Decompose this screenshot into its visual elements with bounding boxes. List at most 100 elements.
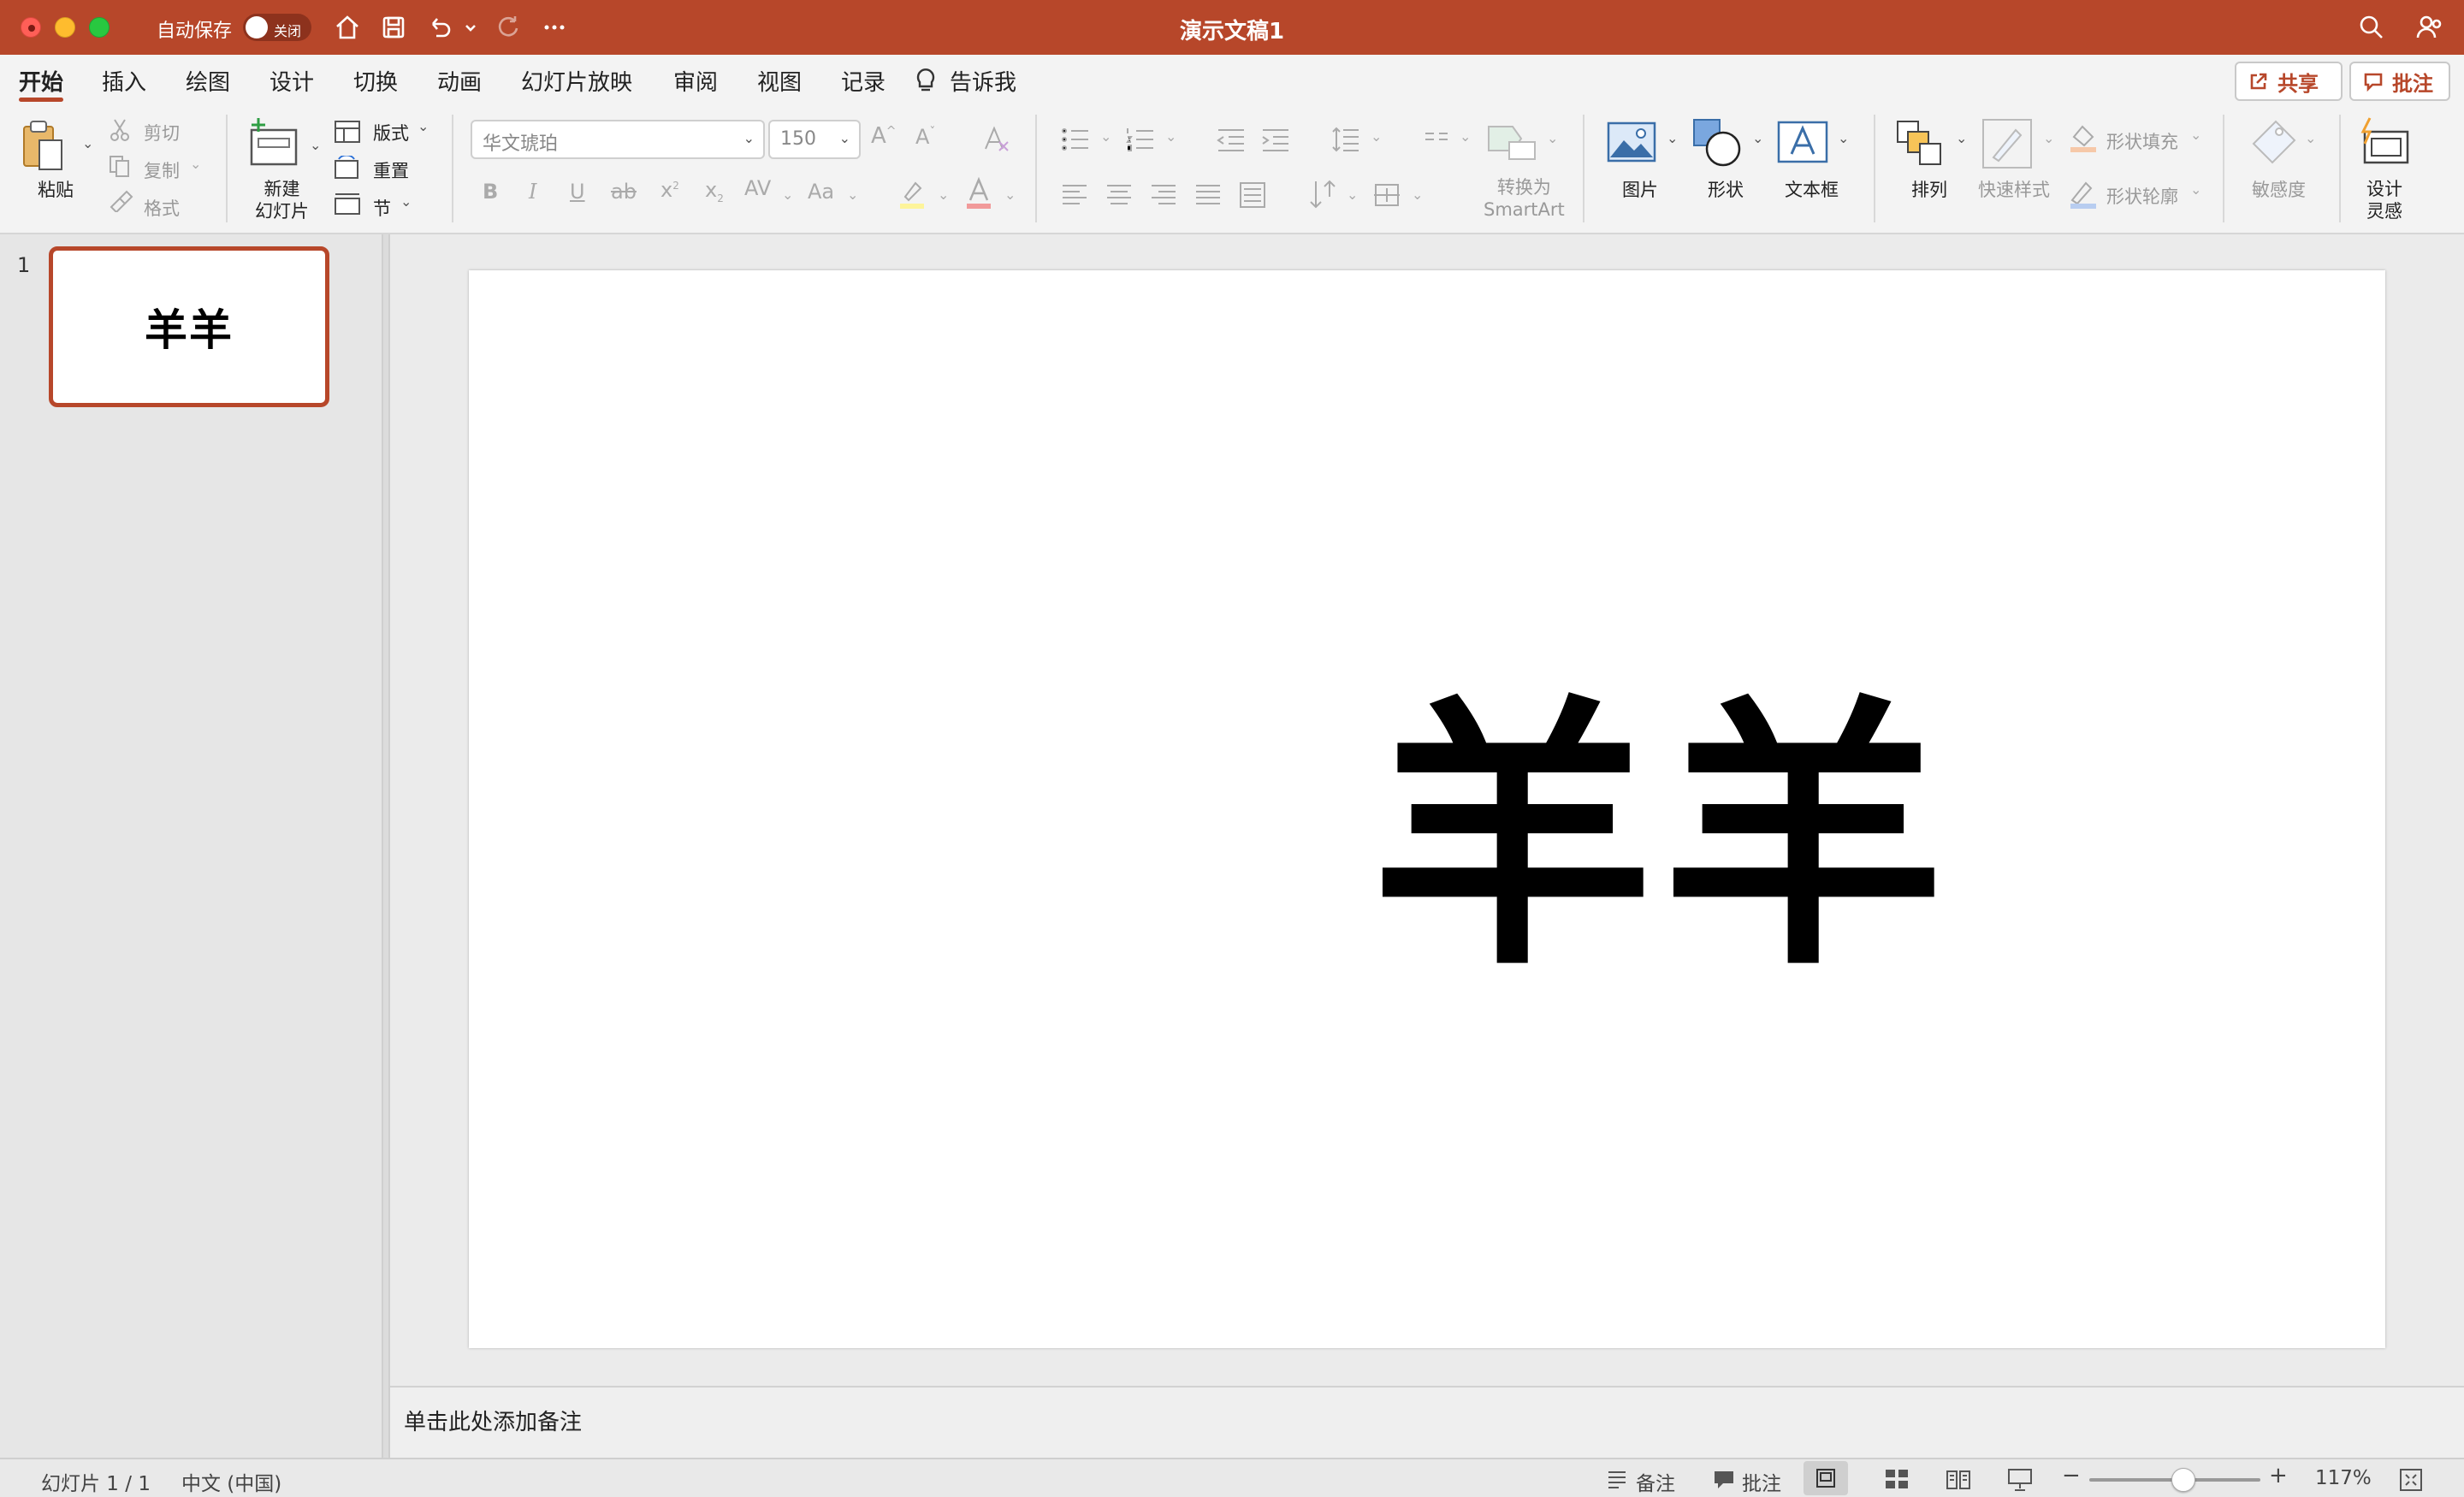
zoom-slider-knob[interactable] — [2171, 1468, 2195, 1492]
zoom-out-icon[interactable]: − — [2062, 1463, 2081, 1488]
notes-pane[interactable]: 单击此处添加备注 — [390, 1386, 2464, 1458]
more-icon[interactable] — [537, 12, 572, 43]
bullets-chevron-icon[interactable]: ⌄ — [1100, 128, 1111, 145]
italic-icon[interactable]: I — [529, 180, 536, 204]
columns-icon[interactable] — [1424, 130, 1449, 149]
numbering-icon[interactable] — [1126, 127, 1155, 152]
subscript-icon[interactable]: x2 — [705, 178, 724, 204]
search-icon[interactable] — [2354, 12, 2389, 43]
slide-title-text[interactable]: 羊羊 — [1371, 609, 1953, 1018]
underline-icon[interactable]: U — [570, 180, 585, 204]
picture-chevron-icon[interactable]: ⌄ — [1667, 130, 1678, 146]
character-spacing-icon[interactable]: AV — [744, 176, 771, 200]
quick-styles-chevron-icon[interactable]: ⌄ — [2043, 130, 2054, 146]
tab-draw[interactable]: 绘图 — [186, 65, 230, 97]
shape-icon[interactable] — [1692, 118, 1744, 168]
numbering-chevron-icon[interactable]: ⌄ — [1165, 128, 1176, 145]
font-name-combobox[interactable]: 华文琥珀 ⌄ — [471, 120, 765, 159]
columns-chevron-icon[interactable]: ⌄ — [1460, 128, 1471, 145]
increase-font-size-icon[interactable]: A^ — [871, 123, 897, 149]
undo-icon[interactable] — [423, 12, 457, 43]
comments-toggle-label[interactable]: 批注 — [1742, 1467, 1781, 1496]
layout-label[interactable]: 版式 — [373, 120, 409, 145]
tab-design[interactable]: 设计 — [270, 65, 314, 97]
shape-outline-icon[interactable] — [2069, 180, 2098, 209]
picture-icon[interactable] — [1607, 120, 1656, 164]
save-icon[interactable] — [376, 12, 411, 43]
section-dropdown-chevron-icon[interactable]: ⌄ — [400, 193, 412, 210]
format-painter-label[interactable]: 格式 — [144, 195, 180, 221]
redo-icon[interactable] — [491, 12, 525, 43]
slide-sorter-view-icon[interactable] — [1884, 1468, 1910, 1490]
tab-transitions[interactable]: 切换 — [353, 65, 398, 97]
fit-to-window-icon[interactable] — [2399, 1468, 2423, 1492]
line-spacing-chevron-icon[interactable]: ⌄ — [1371, 128, 1382, 145]
tab-record[interactable]: 记录 — [841, 65, 886, 97]
account-icon[interactable] — [2413, 12, 2447, 43]
share-button[interactable]: 共享 — [2235, 62, 2343, 101]
undo-dropdown-chevron-icon[interactable] — [462, 12, 479, 43]
normal-view-button[interactable] — [1804, 1461, 1848, 1495]
paste-dropdown-chevron-icon[interactable]: ⌄ — [82, 135, 93, 151]
font-color-icon[interactable] — [965, 176, 992, 210]
copy-label[interactable]: 复制 — [144, 157, 180, 183]
shape-fill-icon[interactable] — [2069, 123, 2098, 152]
justify-icon[interactable] — [1194, 183, 1222, 207]
slide-canvas[interactable]: 羊羊 — [469, 270, 2385, 1348]
distributed-icon[interactable] — [1239, 181, 1266, 209]
decrease-font-size-icon[interactable]: Aˇ — [915, 125, 935, 149]
tab-slideshow[interactable]: 幻灯片放映 — [521, 65, 632, 97]
shape-fill-chevron-icon[interactable]: ⌄ — [2190, 127, 2201, 143]
slide-thumbnail[interactable]: 羊羊 — [49, 246, 329, 407]
align-right-icon[interactable] — [1150, 183, 1177, 207]
close-window-button[interactable] — [21, 17, 41, 38]
language-indicator[interactable]: 中文 (中国) — [181, 1467, 281, 1496]
layout-icon[interactable] — [334, 120, 361, 144]
decrease-indent-icon[interactable] — [1217, 128, 1246, 152]
comments-button[interactable]: 批注 — [2349, 62, 2450, 101]
shape-chevron-icon[interactable]: ⌄ — [1752, 130, 1763, 146]
change-case-icon[interactable]: Aa — [808, 180, 834, 204]
textbox-icon[interactable] — [1776, 120, 1829, 164]
tab-review[interactable]: 审阅 — [673, 65, 718, 97]
zoom-window-button[interactable] — [89, 17, 110, 38]
change-case-chevron-icon[interactable]: ⌄ — [847, 186, 858, 203]
smartart-chevron-icon[interactable]: ⌄ — [1547, 130, 1558, 146]
tab-animations[interactable]: 动画 — [437, 65, 482, 97]
designer-icon[interactable] — [2358, 116, 2411, 169]
text-direction-icon[interactable] — [1309, 180, 1336, 210]
section-label[interactable]: 节 — [373, 195, 391, 221]
quick-styles-icon[interactable] — [1981, 118, 2033, 169]
sensitivity-chevron-icon[interactable]: ⌄ — [2305, 130, 2316, 146]
highlight-icon[interactable] — [898, 178, 926, 210]
minimize-window-button[interactable] — [55, 17, 75, 38]
new-slide-dropdown-chevron-icon[interactable]: ⌄ — [310, 137, 321, 153]
tab-view[interactable]: 视图 — [757, 65, 802, 97]
tab-insert[interactable]: 插入 — [102, 65, 146, 97]
autosave-toggle[interactable]: 关闭 — [243, 14, 311, 41]
reset-icon[interactable] — [334, 156, 361, 180]
align-text-icon[interactable] — [1372, 181, 1401, 209]
shape-fill-label[interactable]: 形状填充 — [2106, 128, 2178, 154]
textbox-chevron-icon[interactable]: ⌄ — [1838, 130, 1849, 146]
align-text-chevron-icon[interactable]: ⌄ — [1412, 186, 1423, 203]
home-icon[interactable] — [330, 12, 364, 43]
zoom-slider[interactable] — [2089, 1468, 2260, 1492]
smartart-icon[interactable] — [1487, 121, 1538, 163]
highlight-chevron-icon[interactable]: ⌄ — [938, 186, 949, 203]
arrange-icon[interactable] — [1896, 120, 1946, 168]
clear-formatting-icon[interactable] — [982, 125, 1011, 154]
bold-icon[interactable]: B — [483, 180, 498, 204]
shape-outline-chevron-icon[interactable]: ⌄ — [2190, 181, 2201, 198]
paste-button[interactable] — [19, 118, 74, 178]
tab-home[interactable]: 开始 — [19, 65, 63, 97]
slideshow-view-icon[interactable] — [2007, 1468, 2033, 1492]
slide-title-placeholder[interactable]: 羊羊 — [469, 270, 2385, 1348]
align-left-icon[interactable] — [1061, 183, 1088, 207]
notes-toggle-label[interactable]: 备注 — [1636, 1467, 1675, 1496]
reset-label[interactable]: 重置 — [373, 157, 409, 183]
shape-outline-label[interactable]: 形状轮廓 — [2106, 183, 2178, 209]
font-size-combobox[interactable]: 150 ⌄ — [768, 120, 861, 159]
copy-icon[interactable] — [108, 154, 132, 178]
align-center-icon[interactable] — [1105, 183, 1133, 207]
